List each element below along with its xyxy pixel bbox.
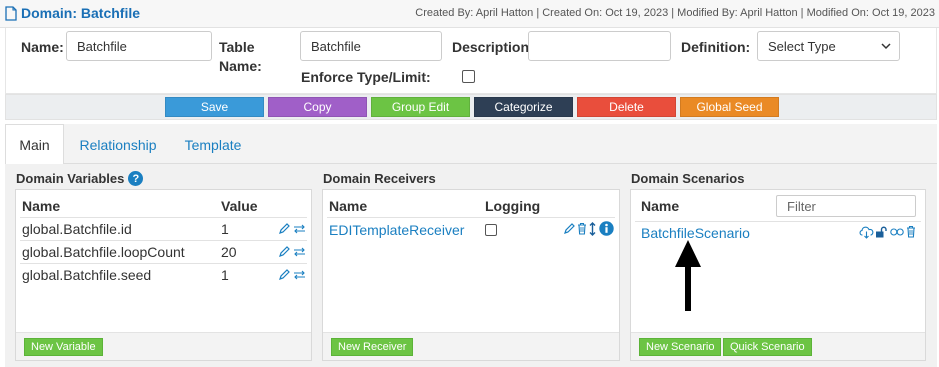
variable-name: global.Batchfile.loopCount [22,244,185,260]
variables-card: Name Value global.Batchfile.id 1 global.… [15,189,312,361]
variables-col-value: Value [221,198,258,214]
description-label: Description: [452,39,534,55]
definition-select-value: Select Type [768,38,836,54]
tab-main[interactable]: Main [5,124,64,165]
variable-name: global.Batchfile.seed [22,267,152,283]
unlock-icon[interactable] [875,226,887,238]
divider [327,217,615,218]
receivers-col-logging: Logging [485,198,541,214]
receivers-footer: New Receiver [323,332,619,360]
divider [20,217,307,218]
edit-icon[interactable] [278,246,290,258]
info-icon[interactable] [599,221,614,236]
trash-icon[interactable] [906,225,916,238]
quick-scenario-button[interactable]: Quick Scenario [723,338,812,356]
variable-value: 20 [221,244,237,260]
domain-form: Name: Batchfile Table Name: Batchfile De… [5,28,937,94]
title-bar: Domain: Batchfile Created By: April Hatt… [0,0,939,28]
group-edit-button[interactable]: Group Edit [371,97,470,117]
table-name-label-2: Name: [219,58,262,74]
save-button[interactable]: Save [165,97,264,117]
receivers-col-name: Name [329,198,368,214]
scenarios-title-text: Domain Scenarios [631,171,745,186]
arrow-up-icon [675,240,701,311]
variables-col-name: Name [22,198,61,214]
new-scenario-button[interactable]: New Scenario [639,338,722,356]
scenarios-section-title: Domain Scenarios [631,171,744,186]
sort-icon[interactable] [589,222,596,236]
trash-icon[interactable] [577,222,587,235]
variable-value: 1 [221,221,229,237]
variables-footer: New Variable [16,332,311,360]
cloud-download-icon[interactable] [859,226,874,239]
name-label: Name: [21,39,64,55]
edit-icon[interactable] [278,269,290,281]
audit-meta: Created By: April Hatton | Created On: O… [415,7,935,19]
edit-icon[interactable] [563,223,575,235]
page-title: Domain: Batchfile [5,5,140,21]
enforce-checkbox[interactable] [462,70,475,83]
receivers-title-text: Domain Receivers [323,171,436,186]
table-name-label-1: Table [219,39,255,55]
variables-title-text: Domain Variables [16,171,125,186]
description-input[interactable] [528,31,671,61]
variables-section-title: Domain Variables ? [16,171,144,186]
copy-button[interactable]: Copy [268,97,367,117]
definition-label: Definition: [681,39,751,55]
name-input[interactable]: Batchfile [66,31,212,61]
scenarios-col-name: Name [641,198,680,214]
tab-strip: Main Relationship Template [5,124,937,165]
receivers-card: Name Logging EDITemplateReceiver New Rec… [322,189,620,361]
receivers-section-title: Domain Receivers [323,171,436,186]
categorize-button[interactable]: Categorize [474,97,573,117]
chevron-down-icon [881,42,891,49]
definition-select[interactable]: Select Type [757,31,900,61]
link-icon[interactable] [890,228,904,236]
logging-checkbox[interactable] [485,224,497,236]
scenario-filter-input[interactable]: Filter [776,195,916,217]
tab-template[interactable]: Template [175,124,251,165]
new-receiver-button[interactable]: New Receiver [331,338,414,356]
swap-icon[interactable] [293,223,306,235]
receiver-link[interactable]: EDITemplateReceiver [329,222,464,238]
delete-button[interactable]: Delete [577,97,676,117]
divider [20,240,307,241]
table-name-input[interactable]: Batchfile [300,31,442,61]
scenarios-footer: New Scenario Quick Scenario [631,332,925,360]
edit-icon[interactable] [278,223,290,235]
page-title-text: Domain: Batchfile [21,5,141,21]
tab-relationship[interactable]: Relationship [71,124,165,165]
help-icon[interactable]: ? [128,171,144,186]
action-toolbar: Save Copy Group Edit Categorize Delete G… [5,94,937,120]
variable-name: global.Batchfile.id [22,221,132,237]
document-icon [5,5,17,21]
enforce-label: Enforce Type/Limit: [301,69,431,85]
swap-icon[interactable] [293,246,306,258]
new-variable-button[interactable]: New Variable [24,338,103,356]
global-seed-button[interactable]: Global Seed [680,97,779,117]
divider [20,263,307,264]
divider [635,221,921,222]
variable-value: 1 [221,267,229,283]
swap-icon[interactable] [293,269,306,281]
